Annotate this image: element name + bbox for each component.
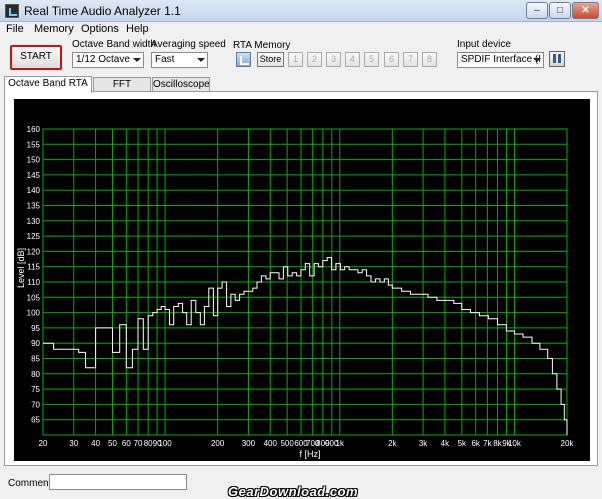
y-tick-label: 115 — [27, 263, 40, 272]
menu-bar: File Memory Options Help — [0, 22, 602, 36]
y-tick-label: 105 — [27, 293, 41, 302]
x-tick-label: 40 — [91, 439, 100, 448]
y-tick-label: 150 — [27, 156, 41, 165]
y-tick-label: 130 — [27, 217, 41, 226]
y-axis-label: Level [dB] — [16, 248, 26, 288]
x-axis-label: f [Hz] — [299, 449, 320, 459]
x-tick-label: 3k — [419, 439, 428, 448]
menu-options[interactable]: Options — [81, 22, 119, 36]
y-tick-label: 160 — [27, 125, 41, 134]
x-tick-label: 2k — [388, 439, 397, 448]
close-button[interactable]: ✕ — [572, 2, 599, 19]
y-tick-label: 85 — [31, 355, 40, 364]
y-tick-label: 70 — [31, 400, 40, 409]
chevron-down-icon — [197, 58, 205, 62]
y-tick-label: 75 — [31, 385, 40, 394]
memory-slot-7[interactable]: 7 — [403, 52, 418, 67]
tab-octave-band-rta[interactable]: Octave Band RTA — [4, 76, 92, 93]
x-tick-label: 200 — [211, 439, 225, 448]
memory-view-icon[interactable] — [236, 52, 251, 67]
memory-slot-4[interactable]: 4 — [345, 52, 360, 67]
tab-oscilloscope[interactable]: Oscilloscope — [152, 77, 210, 92]
x-tick-label: 300 — [242, 439, 256, 448]
menu-memory[interactable]: Memory — [34, 22, 74, 36]
window-title: Real Time Audio Analyzer 1.1 — [24, 4, 181, 18]
x-tick-label: 500 — [280, 439, 294, 448]
octave-label: Octave Band width — [72, 39, 156, 50]
x-tick-label: 10k — [508, 439, 522, 448]
x-tick-label: 5k — [458, 439, 467, 448]
y-tick-label: 80 — [31, 370, 40, 379]
memory-slot-2[interactable]: 2 — [307, 52, 322, 67]
x-tick-label: 60 — [122, 439, 131, 448]
y-tick-label: 110 — [27, 278, 40, 287]
maximize-button[interactable]: □ — [549, 2, 571, 19]
spectrum-trace — [43, 257, 568, 435]
comment-input[interactable] — [49, 474, 187, 490]
x-tick-label: 30 — [69, 439, 78, 448]
x-tick-label: 50 — [108, 439, 117, 448]
chevron-down-icon — [133, 58, 141, 62]
watermark: GearDownload.com — [228, 484, 359, 499]
x-tick-label: 6k — [471, 439, 480, 448]
y-tick-label: 90 — [31, 339, 40, 348]
y-tick-label: 135 — [27, 202, 41, 211]
rta-chart-svg: 65 70 75 80 85 90 95 100 105 110 115 120 125 130 135 14… — [16, 125, 575, 459]
memory-slot-1[interactable]: 1 — [288, 52, 303, 67]
y-tick-label: 120 — [27, 247, 41, 256]
comment-label: Comment — [8, 478, 52, 489]
x-tick-label: 7k — [483, 439, 492, 448]
y-tick-label: 65 — [31, 416, 40, 425]
memory-slot-8[interactable]: 8 — [422, 52, 437, 67]
menu-file[interactable]: File — [6, 22, 24, 36]
menu-help[interactable]: Help — [126, 22, 149, 36]
speed-label: Averaging speed — [151, 39, 226, 50]
x-tick-label: 400 — [264, 439, 278, 448]
rta-chart: 65 70 75 80 85 90 95 100 105 110 115 120 125 130 135 14… — [14, 99, 590, 461]
y-tick-label: 125 — [27, 232, 41, 241]
y-tick-label: 100 — [27, 309, 41, 318]
speed-select[interactable]: Fast — [151, 52, 208, 68]
x-tick-label: 4k — [441, 439, 450, 448]
memory-slot-5[interactable]: 5 — [364, 52, 379, 67]
y-tick-label: 155 — [27, 140, 41, 149]
speed-value: Fast — [155, 54, 175, 65]
x-tick-label: 100 — [158, 439, 172, 448]
x-tick-label: 20 — [39, 439, 48, 448]
x-tick-label: 1k — [336, 439, 345, 448]
input-device-select[interactable]: SPDIF Interface (I — [457, 52, 544, 68]
memory-slot-6[interactable]: 6 — [384, 52, 399, 67]
octave-select[interactable]: 1/12 Octave — [72, 52, 144, 68]
device-settings-icon[interactable] — [549, 51, 565, 67]
tab-fft-analysis[interactable]: FFT Analysis — [93, 77, 151, 104]
minimize-button[interactable]: – — [526, 2, 548, 19]
input-device-label: Input device — [457, 39, 511, 50]
title-bar: Real Time Audio Analyzer 1.1 – □ ✕ — [0, 0, 602, 22]
memory-slot-3[interactable]: 3 — [326, 52, 341, 67]
app-icon — [5, 4, 19, 18]
rta-panel: 65 70 75 80 85 90 95 100 105 110 115 120 125 130 135 14… — [4, 91, 598, 466]
input-device-value: SPDIF Interface (I — [461, 54, 542, 65]
store-button[interactable]: Store — [257, 52, 284, 67]
y-tick-label: 145 — [27, 171, 41, 180]
start-button[interactable]: START — [10, 45, 62, 70]
x-tick-label: 70 — [134, 439, 143, 448]
rta-memory-label: RTA Memory — [233, 40, 291, 51]
octave-value: 1/12 Octave — [76, 54, 130, 65]
x-tick-label: 20k — [561, 439, 575, 448]
chevron-down-icon — [533, 58, 541, 62]
y-tick-label: 140 — [27, 186, 41, 195]
y-tick-label: 95 — [31, 324, 40, 333]
